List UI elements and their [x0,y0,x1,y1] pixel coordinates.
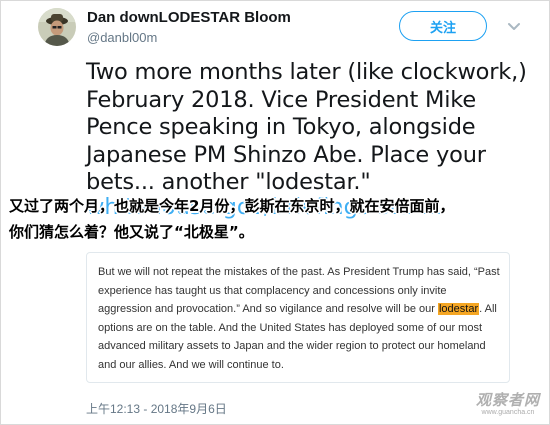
subtitle-line: 你们猜怎么着？他又说了“北极星”。 [9,223,254,241]
quote-segment: experience has taught us that complacenc… [98,284,447,297]
avatar-image [38,8,76,46]
timestamp[interactable]: 上午12:13 - 2018年9月6日 [86,400,227,417]
tweet-line: Two more months later (like clockwork,) [86,59,527,85]
quote-segment: But we will not repeat the mistakes of t… [98,266,500,278]
tweet-frame: Dan downLODESTAR Bloom @danbl00m 关注 Two … [0,0,550,425]
watermark-logo: 观察者网 www.guancha.cn [471,389,545,416]
quote-segment: aggression and provocation.” And so vigi… [98,303,438,315]
quote-card[interactable]: But we will not repeat the mistakes of t… [86,252,510,383]
avatar[interactable] [38,8,76,46]
quote-line: aggression and provocation.” And so vigi… [98,300,498,319]
quote-line: advanced military assets to Japan and th… [98,337,498,356]
quote-segment: . All [479,303,497,315]
display-name[interactable]: Dan downLODESTAR Bloom [87,9,291,26]
quote-line: But we will not repeat the mistakes of t… [98,263,500,282]
watermark-sub: www.guancha.cn [481,409,535,416]
highlighted-keyword: lodestar [437,303,480,315]
quote-segment: advanced military assets to Japan and th… [98,340,486,352]
quote-line: options are on the table. And the United… [98,319,498,338]
tweet-line: Japanese PM Shinzo Abe. Place your [86,141,486,168]
quote-line: experience has taught us that complacenc… [98,282,498,301]
tweet-line: February 2018. Vice President Mike [86,86,476,113]
tweet-text: Two more months later (like clockwork,) … [86,59,536,197]
quote-text: But we will not repeat the mistakes of t… [98,263,500,375]
subtitle-line: 又过了两个月，也就是今年2月份，彭斯在东京时，就在安倍面前， [9,197,455,215]
follow-button[interactable]: 关注 [399,11,487,41]
watermark-main: 观察者网 [475,391,540,409]
quote-line: and our allies. And we will continue to. [98,356,498,375]
quote-segment: options are on the table. And the United… [98,321,483,334]
subtitle-overlay: 又过了两个月，也就是今年2月份，彭斯在东京时，就在安倍面前， 你们猜怎么着？他又… [1,193,549,245]
chevron-down-icon[interactable] [504,16,524,36]
tweet-line: Pence speaking in Tokyo, alongside [86,114,476,140]
user-handle[interactable]: @danbl00m [87,30,157,45]
quote-segment: and our allies. And we will continue to. [98,358,284,371]
